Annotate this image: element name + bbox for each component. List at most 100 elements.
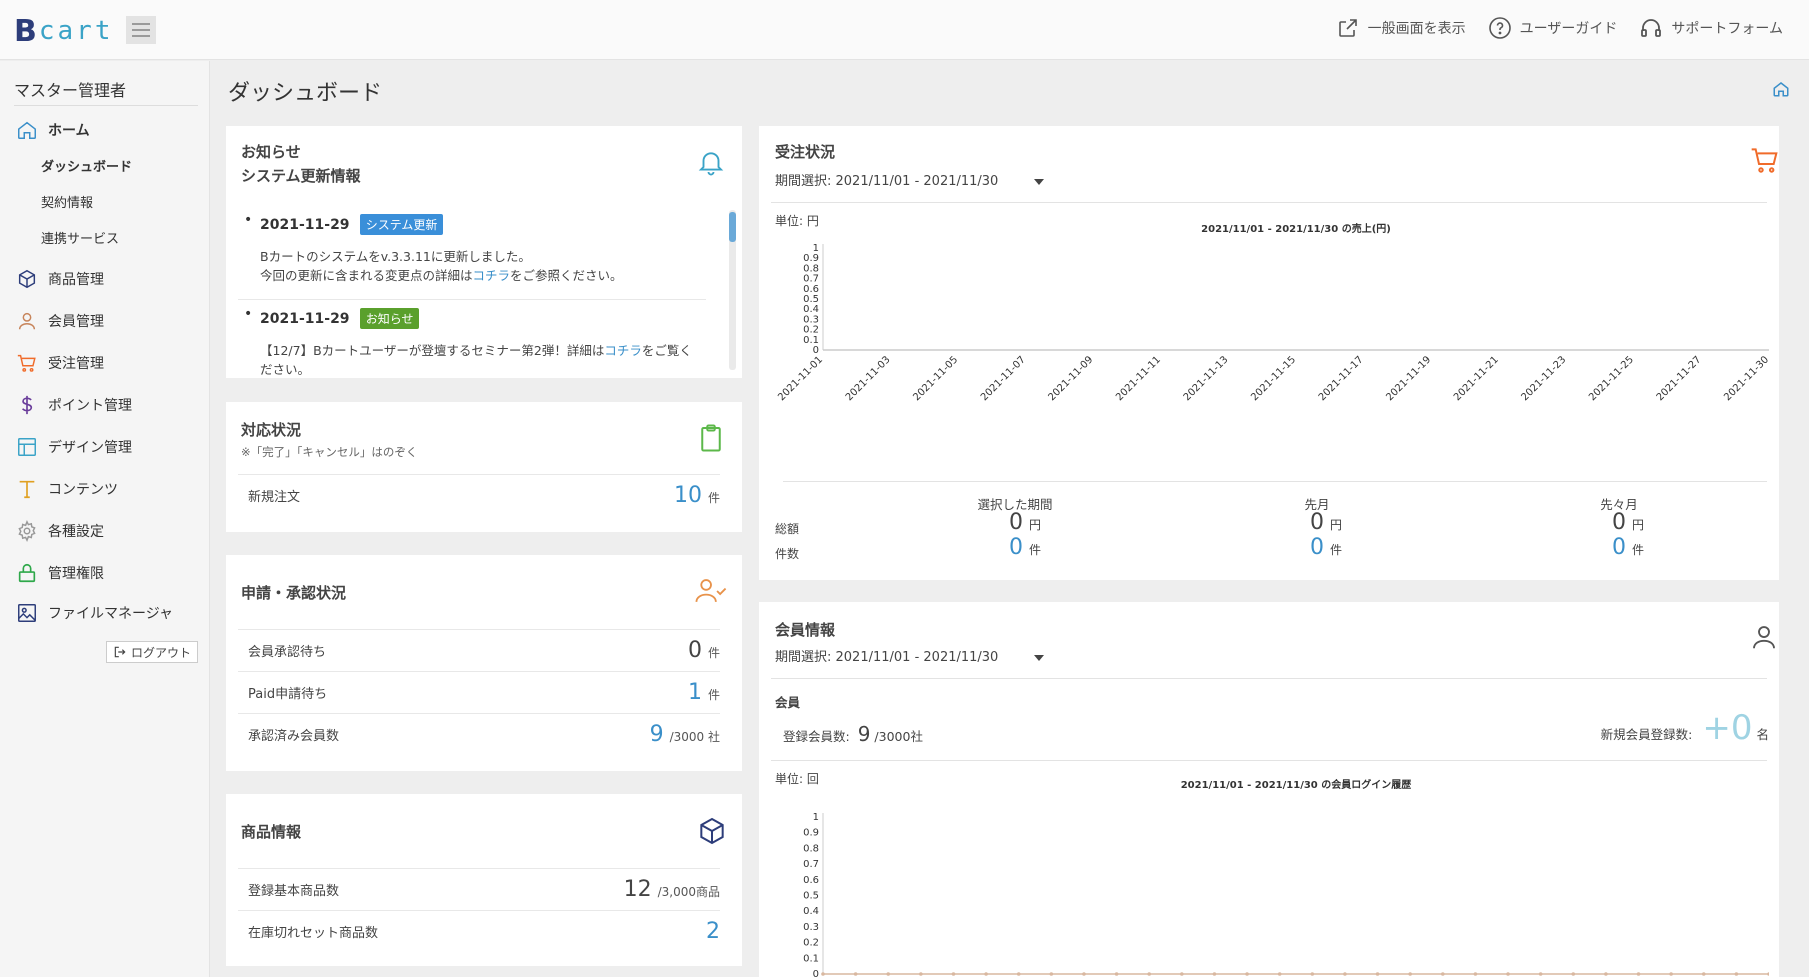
y-tick-label: 0.9 bbox=[803, 828, 819, 839]
summary-unit: 件 bbox=[1632, 543, 1645, 557]
row-unit: 件 bbox=[707, 491, 720, 505]
registered-members: 登録会員数: 9 /3000社 bbox=[783, 722, 923, 746]
data-point bbox=[1212, 972, 1217, 976]
data-point bbox=[1701, 972, 1706, 976]
sidebar-item-label: ファイルマネージャ bbox=[48, 606, 174, 622]
summary-count[interactable]: 0件 bbox=[1310, 535, 1342, 560]
row-value-group: 9/3000 社 bbox=[650, 722, 720, 747]
sidebar-item-contents[interactable]: コンテンツ bbox=[16, 478, 118, 500]
data-point bbox=[1277, 972, 1282, 976]
members-card: 会員情報 期間選択: 2021/11/01 - 2021/11/30 会員 登録… bbox=[759, 602, 1779, 977]
approval-row[interactable]: Paid申請待ち 1件 bbox=[238, 671, 720, 713]
sidebar-item-settings[interactable]: 各種設定 bbox=[16, 520, 104, 542]
sidebar-item-design[interactable]: デザイン管理 bbox=[16, 436, 132, 458]
chart-title: 2021/11/01 - 2021/11/30 の売上(円) bbox=[1201, 222, 1391, 235]
y-tick-label: 0.8 bbox=[803, 843, 819, 854]
gear-icon bbox=[18, 520, 36, 542]
summary-row-label: 件数 bbox=[775, 547, 800, 561]
status-row-new-orders[interactable]: 新規注文 10 件 bbox=[238, 474, 720, 516]
data-point bbox=[1375, 972, 1380, 976]
data-point bbox=[1636, 972, 1641, 976]
summary-total: 0円 bbox=[1310, 510, 1342, 535]
members-period-select[interactable]: 期間選択: 2021/11/01 - 2021/11/30 bbox=[775, 646, 1045, 665]
news-scroll-thumb[interactable] bbox=[729, 212, 736, 242]
row-label: 会員承認待ち bbox=[248, 645, 327, 660]
news-detail-link[interactable]: コチラ bbox=[473, 268, 511, 283]
cart-icon bbox=[17, 354, 36, 372]
sidebar-item-file-manager[interactable]: ファイルマネージャ bbox=[16, 602, 173, 624]
news-card: お知らせ システム更新情報 2021-11-29 システム更新 Bカートのシステ… bbox=[226, 126, 742, 378]
x-tick-label: 2021-11-17 bbox=[1317, 354, 1366, 403]
sidebar-user-title: マスター管理者 bbox=[14, 81, 127, 100]
x-tick-label: 2021-11-01 bbox=[776, 354, 825, 403]
question-circle-icon bbox=[1488, 17, 1511, 39]
x-tick-label: 2021-11-15 bbox=[1249, 354, 1298, 403]
approval-title: 申請・承認状況 bbox=[241, 584, 347, 602]
news-date: 2021-11-29 bbox=[260, 311, 350, 327]
sidebar-sub-dashboard[interactable]: ダッシュボード bbox=[41, 156, 132, 175]
row-label: 承認済み会員数 bbox=[248, 729, 340, 744]
box-icon bbox=[18, 269, 36, 289]
data-point bbox=[886, 972, 891, 976]
y-tick-label: 0.5 bbox=[803, 891, 819, 902]
members-title: 会員情報 bbox=[775, 621, 836, 639]
sidebar-item-home[interactable]: ホーム bbox=[16, 119, 90, 141]
news-line: ださい。 bbox=[260, 362, 311, 376]
sidebar-sub-integrations[interactable]: 連携サービス bbox=[41, 228, 119, 247]
logout-button[interactable]: ログアウト bbox=[106, 641, 198, 663]
x-tick-label: 2021-11-07 bbox=[979, 354, 1028, 403]
members-section-label: 会員 bbox=[775, 695, 801, 710]
support-form-label: サポートフォーム bbox=[1671, 21, 1783, 37]
orders-period-select[interactable]: 期間選択: 2021/11/01 - 2021/11/30 bbox=[775, 170, 1045, 189]
status-title: 対応状況 bbox=[241, 421, 302, 439]
sidebar-item-label: 各種設定 bbox=[48, 524, 104, 540]
y-tick-label: 0.2 bbox=[803, 938, 819, 949]
x-tick-label: 2021-11-05 bbox=[911, 354, 960, 403]
user-check-icon bbox=[695, 579, 727, 603]
news-line-text: 【12/7】Bカートユーザーが登壇するセミナー第2弾！詳細は bbox=[260, 343, 605, 358]
data-point bbox=[951, 972, 956, 976]
sidebar-item-label: コンテンツ bbox=[48, 482, 118, 498]
top-bar: B cart 一般画面を表示 ユーザーガイド サポートフォーム bbox=[0, 0, 1809, 60]
approval-row[interactable]: 会員承認待ち 0件 bbox=[238, 629, 720, 671]
support-form-link[interactable]: サポートフォーム bbox=[1639, 16, 1783, 40]
sidebar-sub-contract[interactable]: 契約情報 bbox=[41, 192, 93, 211]
new-members-value: +0 bbox=[1702, 708, 1753, 748]
view-storefront-link[interactable]: 一般画面を表示 bbox=[1336, 16, 1466, 40]
summary-count[interactable]: 0件 bbox=[1612, 535, 1644, 560]
row-label: 登録基本商品数 bbox=[248, 884, 340, 899]
row-value-group: 0件 bbox=[688, 638, 720, 663]
registered-unit: /3000社 bbox=[874, 729, 923, 744]
menu-toggle-button[interactable] bbox=[126, 16, 156, 44]
image-icon bbox=[18, 604, 36, 622]
sidebar-item-members[interactable]: 会員管理 bbox=[16, 310, 104, 332]
product-row[interactable]: 登録基本商品数 12/3,000商品 bbox=[238, 868, 720, 910]
product-row[interactable]: 在庫切れセット商品数 2 bbox=[238, 910, 720, 952]
y-tick-label: 0.3 bbox=[803, 922, 819, 933]
x-tick-label: 2021-11-11 bbox=[1114, 354, 1163, 403]
news-scrollbar[interactable] bbox=[729, 210, 736, 370]
bcart-logo[interactable]: B cart bbox=[14, 14, 114, 49]
divider bbox=[771, 202, 1767, 203]
data-point bbox=[1571, 972, 1576, 976]
orders-chart: 2021/11/01 - 2021/11/30 の売上(円)10.90.80.7… bbox=[776, 222, 1769, 403]
summary-count[interactable]: 0件 bbox=[1009, 535, 1041, 560]
news-date: 2021-11-29 bbox=[260, 217, 350, 233]
sidebar-item-orders[interactable]: 受注管理 bbox=[16, 352, 104, 374]
external-link-icon bbox=[1338, 19, 1357, 37]
dollar-icon bbox=[21, 395, 33, 415]
sidebar-item-products[interactable]: 商品管理 bbox=[16, 268, 104, 290]
news-detail-link[interactable]: コチラ bbox=[604, 343, 642, 358]
y-tick-label: 0 bbox=[813, 969, 819, 977]
breadcrumb-home-icon[interactable] bbox=[1772, 80, 1790, 98]
page-title: ダッシュボード bbox=[228, 81, 383, 106]
user-guide-link[interactable]: ユーザーガイド bbox=[1488, 16, 1617, 40]
status-card: 対応状況 ※「完了」「キャンセル」はのぞく 新規注文 10 件 bbox=[226, 402, 742, 532]
row-value: 1 bbox=[687, 680, 702, 705]
approval-row[interactable]: 承認済み会員数 9/3000 社 bbox=[238, 713, 720, 755]
sidebar-item-permissions[interactable]: 管理権限 bbox=[16, 562, 104, 584]
news-line: 【12/7】Bカートユーザーが登壇するセミナー第2弾！詳細はコチラをご覧く bbox=[260, 341, 706, 360]
news-list: 2021-11-29 システム更新 Bカートのシステムをv.3.3.11に更新し… bbox=[238, 206, 726, 376]
data-point bbox=[821, 972, 825, 976]
sidebar-item-points[interactable]: ポイント管理 bbox=[16, 394, 132, 416]
